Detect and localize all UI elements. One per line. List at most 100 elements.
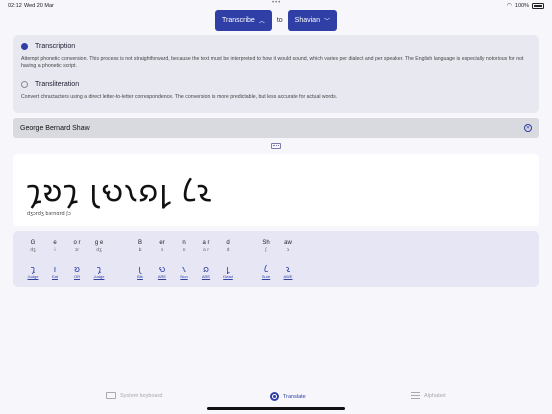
word-group-shaw: Sh ʃ 𐑖 Sure aw ɔ 𐑷 AWE — [255, 240, 299, 279]
option-description: Attempt phonetic conversion. This proces… — [21, 56, 524, 69]
source-letters: n — [182, 240, 186, 246]
phoneme: n — [182, 248, 186, 253]
phoneme: i — [54, 248, 56, 253]
breakdown-cell[interactable]: aw ɔ 𐑷 AWE — [277, 240, 299, 279]
shavian-letter: 𐑦 — [53, 265, 57, 275]
option-description: Convert chractacters using a direct lett… — [21, 94, 338, 100]
breakdown-cell[interactable]: B b 𐑚 Bib — [129, 240, 151, 279]
text-input-value[interactable]: George Bernard Shaw — [20, 125, 524, 132]
shavian-letter: 𐑚 — [138, 265, 142, 275]
transcribe-button[interactable]: Transcribe ︿ — [215, 10, 272, 31]
phoneme: dʒ — [30, 248, 36, 253]
list-icon — [411, 392, 420, 399]
breakdown-cell[interactable]: G dʒ 𐑡 Judge — [22, 240, 44, 279]
example-word-link[interactable]: Sure — [255, 274, 277, 279]
example-word-link[interactable]: Judge — [88, 274, 110, 279]
word-group-george: G dʒ 𐑡 Judge e i 𐑦 Eat o r ɔr 𐑹 OR g e d… — [22, 240, 110, 279]
shavian-letter: 𐑸 — [203, 265, 209, 275]
source-letters: e — [53, 240, 57, 246]
breakdown-cell[interactable]: n n 𐑯 Nun — [173, 240, 195, 279]
example-word-link[interactable]: Dead — [217, 274, 239, 279]
source-letters: d — [226, 240, 230, 246]
radio-selected-icon[interactable] — [21, 43, 28, 50]
output-panel: 𐑡𐑹𐑡 𐑚𐑻𐑯𐑸𐑛 𐑖𐑷 dʒɔrdʒ bɜrnɑrd ʃɔ — [13, 154, 539, 226]
example-word-link[interactable]: Bib — [129, 274, 151, 279]
source-letters: Sh — [262, 240, 270, 246]
shavian-letter: 𐑹 — [73, 265, 81, 275]
phoneme: b — [138, 248, 142, 253]
breakdown-cell[interactable]: er ɜ 𐑻 ARE — [151, 240, 173, 279]
letter-breakdown: G dʒ 𐑡 Judge e i 𐑦 Eat o r ɔr 𐑹 OR g e d… — [13, 231, 539, 287]
phoneme: ɔ — [286, 248, 290, 253]
text-input[interactable]: George Bernard Shaw ✕ — [13, 118, 539, 138]
shavian-letter: 𐑡 — [30, 265, 36, 275]
tab-bar: System keyboard Translate Alphabet — [0, 388, 552, 408]
option-transliteration[interactable]: Transliteration — [21, 79, 531, 90]
keyboard-icon — [106, 392, 116, 399]
tab-system-keyboard[interactable]: System keyboard — [106, 392, 163, 399]
status-time: 02:12 — [8, 3, 22, 9]
example-word-link[interactable]: Judge — [22, 274, 44, 279]
tab-label: Alphabet — [424, 392, 446, 399]
to-label: to — [276, 17, 283, 24]
example-word-link[interactable]: AWE — [277, 274, 299, 279]
keyboard-toggle-icon[interactable] — [271, 143, 281, 149]
tab-label: Translate — [283, 393, 306, 400]
phoneme: ɔr — [74, 248, 80, 253]
shavian-letter: 𐑛 — [226, 265, 230, 275]
shavian-letter: 𐑯 — [182, 265, 186, 275]
breakdown-cell[interactable]: g e dʒ 𐑡 Judge — [88, 240, 110, 279]
example-word-link[interactable]: Nun — [173, 274, 195, 279]
option-transcription[interactable]: Transcription — [21, 41, 531, 52]
transcribe-label: Transcribe — [222, 17, 255, 24]
example-word-link[interactable]: ARE — [151, 274, 173, 279]
option-title: Transcription — [35, 43, 76, 50]
example-word-link[interactable]: OR — [66, 274, 88, 279]
multitasking-dots-icon[interactable]: ••• — [272, 0, 281, 6]
shavian-output: 𐑡𐑹𐑡 𐑚𐑻𐑯𐑸𐑛 𐑖𐑷 — [27, 174, 213, 209]
breakdown-cell[interactable]: a r ɑ r 𐑸 ARE — [195, 240, 217, 279]
phoneme: d — [226, 248, 230, 253]
breakdown-cell[interactable]: d d 𐑛 Dead — [217, 240, 239, 279]
breakdown-cell[interactable]: o r ɔr 𐑹 OR — [66, 240, 88, 279]
phoneme: ɜ — [160, 248, 164, 253]
source-letters: o r — [73, 240, 81, 246]
chevron-down-icon: ﹀ — [323, 19, 330, 25]
shavian-letter: 𐑻 — [158, 265, 166, 275]
phoneme: ɑ r — [202, 248, 210, 253]
shavian-letter: 𐑷 — [285, 265, 291, 275]
source-letters: B — [137, 240, 142, 246]
chevron-up-icon: ︿ — [258, 19, 265, 25]
source-letters: g e — [94, 240, 104, 246]
status-right: ◠ 100% — [507, 2, 544, 9]
word-group-bernard: B b 𐑚 Bib er ɜ 𐑻 ARE n n 𐑯 Nun a r ɑ r 𐑸… — [129, 240, 239, 279]
battery-icon — [532, 2, 544, 9]
conversion-options: Transcription Attempt phonetic conversio… — [13, 35, 539, 113]
breakdown-cell[interactable]: Sh ʃ 𐑖 Sure — [255, 240, 277, 279]
battery-percent: 100% — [514, 2, 529, 9]
home-indicator[interactable] — [207, 407, 345, 410]
phoneme: ʃ — [265, 248, 267, 253]
target-script-label: Shavian — [294, 17, 320, 24]
tab-translate[interactable]: Translate — [270, 392, 306, 401]
option-title: Transliteration — [35, 81, 80, 88]
translate-icon — [270, 392, 279, 401]
source-letters: aw — [284, 240, 292, 246]
wifi-icon: ◠ — [506, 3, 512, 9]
shavian-letter: 𐑡 — [96, 265, 102, 275]
tab-label: System keyboard — [120, 392, 163, 399]
source-letters: er — [159, 240, 165, 246]
source-letters: a r — [202, 240, 210, 246]
radio-unselected-icon[interactable] — [21, 81, 28, 88]
example-word-link[interactable]: Eat — [44, 274, 66, 279]
target-script-button[interactable]: Shavian ﹀ — [287, 10, 337, 31]
ipa-output: dʒɔrdʒ bɜrnɑrd ʃɔ — [27, 211, 71, 217]
example-word-link[interactable]: ARE — [195, 274, 217, 279]
clear-icon[interactable]: ✕ — [524, 124, 532, 132]
phoneme: dʒ — [96, 248, 102, 253]
breakdown-cell[interactable]: e i 𐑦 Eat — [44, 240, 66, 279]
mode-selector: Transcribe ︿ to Shavian ﹀ — [0, 10, 552, 31]
source-letters: G — [30, 240, 36, 246]
shavian-letter: 𐑖 — [264, 265, 268, 275]
tab-alphabet[interactable]: Alphabet — [411, 392, 446, 399]
